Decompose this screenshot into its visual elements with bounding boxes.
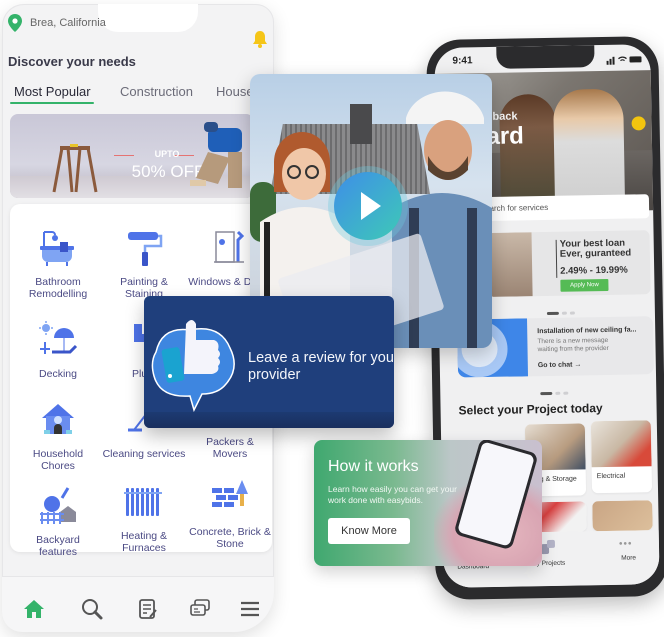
more-dots-icon: ••• xyxy=(618,538,633,550)
apply-now-button[interactable]: Apply Now xyxy=(560,278,609,292)
review-band xyxy=(144,412,394,428)
carousel-dots xyxy=(546,301,578,316)
loan-rate: 2.49% - 19.99% xyxy=(560,264,628,277)
play-button[interactable] xyxy=(334,172,402,240)
section-heading: Discover your needs xyxy=(8,54,136,69)
bathtub-icon xyxy=(40,231,74,266)
service-label: Bathroom Remodelling xyxy=(28,276,88,300)
thumbs-up-icon xyxy=(151,320,235,412)
service-decking[interactable]: Decking xyxy=(16,320,100,380)
carousel-dots xyxy=(540,382,571,396)
project-image xyxy=(590,420,652,468)
active-tab-indicator xyxy=(10,102,94,104)
worker-illustration xyxy=(190,122,242,188)
category-tabs: Most Popular Construction Househ xyxy=(2,84,274,110)
deck-chair-icon xyxy=(39,321,78,354)
house-icon xyxy=(42,404,74,434)
service-label: Heating & Furnaces xyxy=(120,530,168,554)
promo-banner[interactable]: UPTO 50% OFF xyxy=(10,114,254,198)
play-icon xyxy=(361,192,381,220)
brick-trowel-icon xyxy=(212,480,248,507)
know-more-button[interactable]: Know More xyxy=(328,518,410,544)
location-label[interactable]: Brea, California xyxy=(30,17,106,29)
window-door-icon xyxy=(214,230,245,263)
status-time: 9:41 xyxy=(452,55,473,67)
divider xyxy=(555,239,558,278)
service-concrete[interactable]: Concrete, Brick & Stone xyxy=(188,478,272,550)
section-title: Select your Project today xyxy=(458,401,603,418)
search-icon[interactable] xyxy=(80,597,104,621)
bottom-navigation xyxy=(2,576,274,632)
loan-title: Your best loan Ever, guranteed xyxy=(559,237,632,260)
backyard-icon xyxy=(40,487,76,524)
home-icon[interactable] xyxy=(22,597,46,621)
project-image xyxy=(592,500,653,532)
service-bathroom[interactable]: Bathroom Remodelling xyxy=(16,228,100,300)
service-backyard[interactable]: Backyard features xyxy=(16,486,100,558)
phone-notch xyxy=(496,45,595,69)
review-card[interactable]: Leave a review for you provider xyxy=(144,296,394,428)
service-label: Concrete, Brick & Stone xyxy=(189,526,271,550)
nav-more[interactable]: More xyxy=(621,554,636,561)
tab-construction[interactable]: Construction xyxy=(120,84,193,99)
service-label: Household Chores xyxy=(32,448,84,472)
radiator-icon xyxy=(124,488,162,516)
go-to-chat-link[interactable]: Go to chat → xyxy=(538,361,582,369)
service-label: Cleaning services xyxy=(102,448,186,460)
chat-title: Installation of new ceiling fa... xyxy=(537,326,637,336)
hero-person xyxy=(553,88,626,206)
chat-bubbles-icon[interactable] xyxy=(188,597,212,621)
project-tile-electrical[interactable]: Electrical xyxy=(590,420,653,494)
service-label: Packers & Movers xyxy=(206,436,254,460)
review-prompt: Leave a review for you provider xyxy=(248,350,394,383)
service-label: Backyard features xyxy=(36,534,80,558)
app-header: Brea, California xyxy=(2,4,274,48)
marketing-composite: Brea, California Discover your needs Mos… xyxy=(0,0,664,637)
how-subtitle: Learn how easily you can get your work d… xyxy=(328,484,457,505)
service-household[interactable]: Household Chores xyxy=(16,400,100,472)
service-label: Decking xyxy=(39,368,77,380)
service-painting[interactable]: Painting & Staining xyxy=(102,228,186,300)
document-edit-icon[interactable] xyxy=(136,597,160,621)
status-icons xyxy=(606,56,642,65)
carousel-dot[interactable] xyxy=(569,311,575,315)
carousel-dot[interactable] xyxy=(563,391,569,395)
menu-icon[interactable] xyxy=(238,597,262,621)
search-input[interactable]: earch for services xyxy=(478,194,650,222)
how-it-works-card: How it works Learn how easily you can ge… xyxy=(314,440,542,566)
service-heating[interactable]: Heating & Furnaces xyxy=(102,482,186,554)
notification-bell-icon[interactable] xyxy=(252,30,268,48)
loan-promo-card[interactable]: Your best loan Ever, guranteed 2.49% - 1… xyxy=(487,230,651,298)
paint-roller-icon xyxy=(128,232,163,266)
project-tile[interactable] xyxy=(592,500,653,532)
how-title: How it works xyxy=(328,458,419,475)
tab-most-popular[interactable]: Most Popular xyxy=(14,84,91,99)
carousel-dot[interactable] xyxy=(540,391,553,396)
loan-image xyxy=(487,232,533,298)
location-pin-icon xyxy=(8,14,22,32)
carousel-dot[interactable] xyxy=(546,311,559,316)
ladder-illustration xyxy=(52,144,98,193)
project-label: Electrical xyxy=(596,472,626,481)
chat-message: There is a new message waiting from the … xyxy=(537,336,609,354)
carousel-dot[interactable] xyxy=(561,311,567,315)
carousel-dot[interactable] xyxy=(555,391,561,395)
